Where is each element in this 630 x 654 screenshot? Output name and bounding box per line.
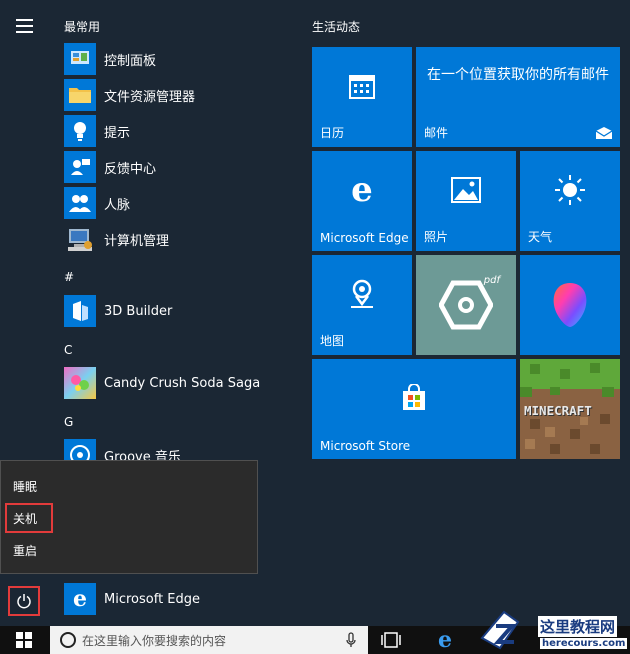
tile-microsoft-edge[interactable]: e Microsoft Edge xyxy=(312,151,412,251)
app-item-computer-management[interactable]: 计算机管理 xyxy=(64,222,304,256)
paint-3d-icon xyxy=(553,283,587,327)
app-item-candy-crush[interactable]: Candy Crush Soda Saga xyxy=(64,366,304,400)
windows-logo-icon xyxy=(16,632,32,648)
power-button[interactable] xyxy=(8,586,40,616)
tile-maps[interactable]: 地图 xyxy=(312,255,412,355)
watermark: 这里教程网 herecours.com xyxy=(478,604,630,654)
tile-microsoft-store[interactable]: Microsoft Store xyxy=(312,359,516,459)
app-item-file-explorer[interactable]: 文件资源管理器 xyxy=(64,78,304,112)
hamburger-menu-icon[interactable] xyxy=(16,19,33,33)
calendar-icon xyxy=(349,75,375,99)
control-panel-icon xyxy=(64,43,96,75)
watermark-url: herecours.com xyxy=(540,638,628,649)
start-button[interactable] xyxy=(0,626,48,654)
watermark-logo-icon xyxy=(480,610,520,650)
app-label: 提示 xyxy=(104,125,131,141)
app-item-people[interactable]: 人脉 xyxy=(64,186,304,220)
tile-label: 天气 xyxy=(528,230,553,244)
search-placeholder: 在这里输入你要搜索的内容 xyxy=(82,633,227,648)
power-menu-sleep[interactable]: 睡眠 xyxy=(5,471,255,501)
app-label: 反馈中心 xyxy=(104,161,157,177)
app-label: Candy Crush Soda Saga xyxy=(104,375,261,391)
tile-label: Microsoft Edge xyxy=(320,231,409,245)
app-label: 计算机管理 xyxy=(104,233,170,249)
tile-photos[interactable]: 照片 xyxy=(416,151,516,251)
sun-icon xyxy=(555,175,585,205)
power-icon xyxy=(17,594,31,609)
people-icon xyxy=(64,187,96,219)
folder-icon xyxy=(64,79,96,111)
task-view-icon[interactable] xyxy=(380,630,402,650)
computer-management-icon xyxy=(64,223,96,255)
3d-builder-icon xyxy=(64,295,96,327)
feedback-icon xyxy=(64,151,96,183)
candy-crush-icon xyxy=(64,367,96,399)
tile-label: 日历 xyxy=(320,126,345,140)
pdf-logo-text: pdf xyxy=(483,275,500,286)
app-item-3d-builder[interactable]: 3D Builder xyxy=(64,294,304,328)
tile-pdf-app[interactable]: pdf xyxy=(416,255,516,355)
tile-mail[interactable]: 在一个位置获取你的所有邮件 邮件 xyxy=(416,47,620,147)
power-menu-restart[interactable]: 重启 xyxy=(5,535,255,565)
store-bag-icon xyxy=(403,384,425,410)
tile-label: 照片 xyxy=(424,230,449,244)
app-item-tips[interactable]: 提示 xyxy=(64,114,304,148)
tile-group-title: 生活动态 xyxy=(312,20,361,34)
power-menu: 睡眠 关机 重启 xyxy=(0,460,258,574)
app-item-microsoft-edge[interactable]: e Microsoft Edge xyxy=(64,582,304,616)
app-item-control-panel[interactable]: 控制面板 xyxy=(64,42,304,76)
app-label: 文件资源管理器 xyxy=(104,89,196,105)
tile-label: 地图 xyxy=(320,334,345,348)
mail-heading: 在一个位置获取你的所有邮件 xyxy=(427,67,609,83)
tile-label: Microsoft Store xyxy=(320,439,411,453)
microphone-icon[interactable] xyxy=(346,632,356,648)
minecraft-logo-text: MINECRAFT xyxy=(524,403,592,418)
lightbulb-icon xyxy=(64,115,96,147)
mail-icon xyxy=(596,127,612,139)
app-label: 3D Builder xyxy=(104,303,173,319)
photos-icon xyxy=(451,177,481,203)
tile-weather[interactable]: 天气 xyxy=(520,151,620,251)
cortana-circle-icon xyxy=(60,632,76,648)
taskbar-edge-button[interactable]: e xyxy=(430,626,460,654)
hexagon-logo-icon xyxy=(439,280,493,330)
taskbar-search-box[interactable]: 在这里输入你要搜索的内容 xyxy=(50,626,368,654)
app-label: 人脉 xyxy=(104,197,131,213)
map-pin-icon xyxy=(351,279,373,308)
power-menu-shutdown[interactable]: 关机 xyxy=(5,503,53,533)
tile-paint-3d[interactable] xyxy=(520,255,620,355)
section-hash: # xyxy=(64,270,75,284)
watermark-title: 这里教程网 xyxy=(538,616,618,637)
edge-icon: e xyxy=(64,583,96,615)
tile-label: 邮件 xyxy=(424,126,449,140)
edge-icon: e xyxy=(438,627,452,653)
app-item-feedback-hub[interactable]: 反馈中心 xyxy=(64,150,304,184)
app-label: 控制面板 xyxy=(104,53,157,69)
edge-icon: e xyxy=(351,170,373,210)
app-label: Microsoft Edge xyxy=(104,591,201,607)
tile-minecraft[interactable]: MINECRAFT xyxy=(520,359,620,459)
section-c: C xyxy=(64,343,73,357)
tile-calendar[interactable]: 日历 xyxy=(312,47,412,147)
section-most-used: 最常用 xyxy=(64,20,101,34)
section-g: G xyxy=(64,415,74,429)
